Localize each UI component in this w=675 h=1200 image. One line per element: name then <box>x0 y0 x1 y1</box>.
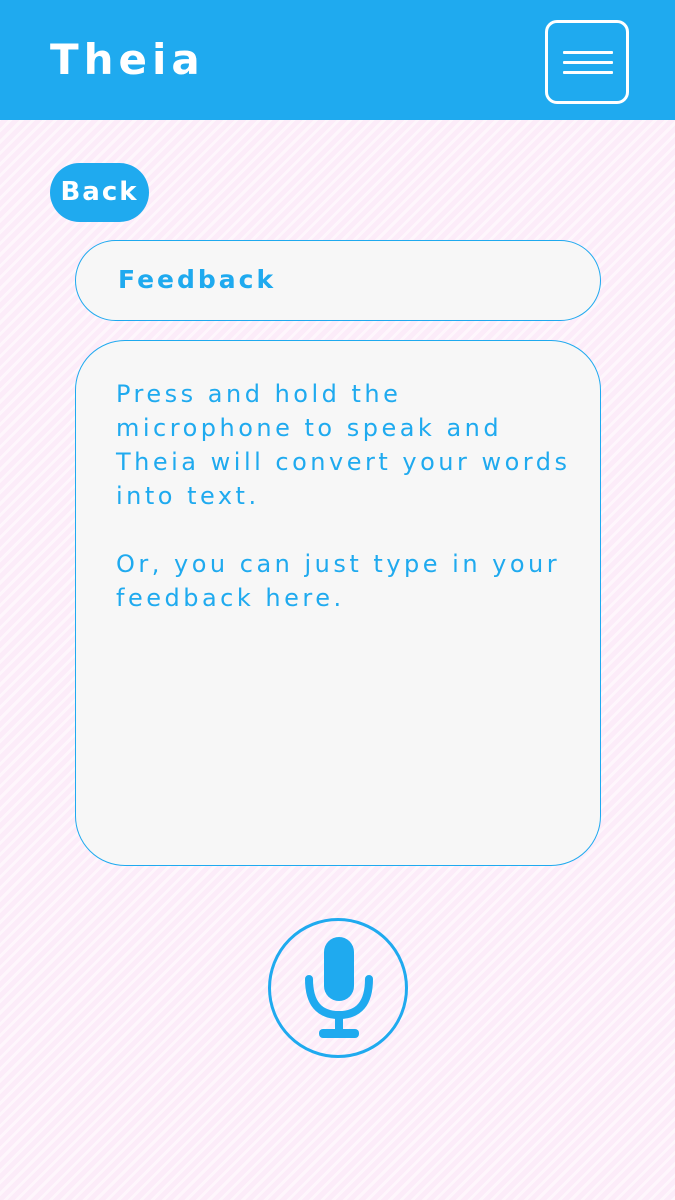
app-title: Theia <box>50 35 205 84</box>
back-button[interactable]: Back <box>50 163 149 222</box>
feedback-instruction-text: Press and hold the microphone to speak a… <box>116 380 571 510</box>
feedback-subject-field[interactable]: Feedback <box>75 240 601 321</box>
feedback-instruction-text-alt: Or, you can just type in your feedback h… <box>116 550 561 612</box>
feedback-textarea[interactable]: Press and hold the microphone to speak a… <box>75 340 601 866</box>
menu-line <box>563 51 613 54</box>
microphone-button[interactable] <box>268 918 408 1058</box>
menu-line <box>563 71 613 74</box>
microphone-icon <box>305 937 373 1038</box>
menu-line <box>563 61 613 64</box>
menu-button[interactable] <box>545 20 629 104</box>
app-header: Theia <box>0 0 675 120</box>
